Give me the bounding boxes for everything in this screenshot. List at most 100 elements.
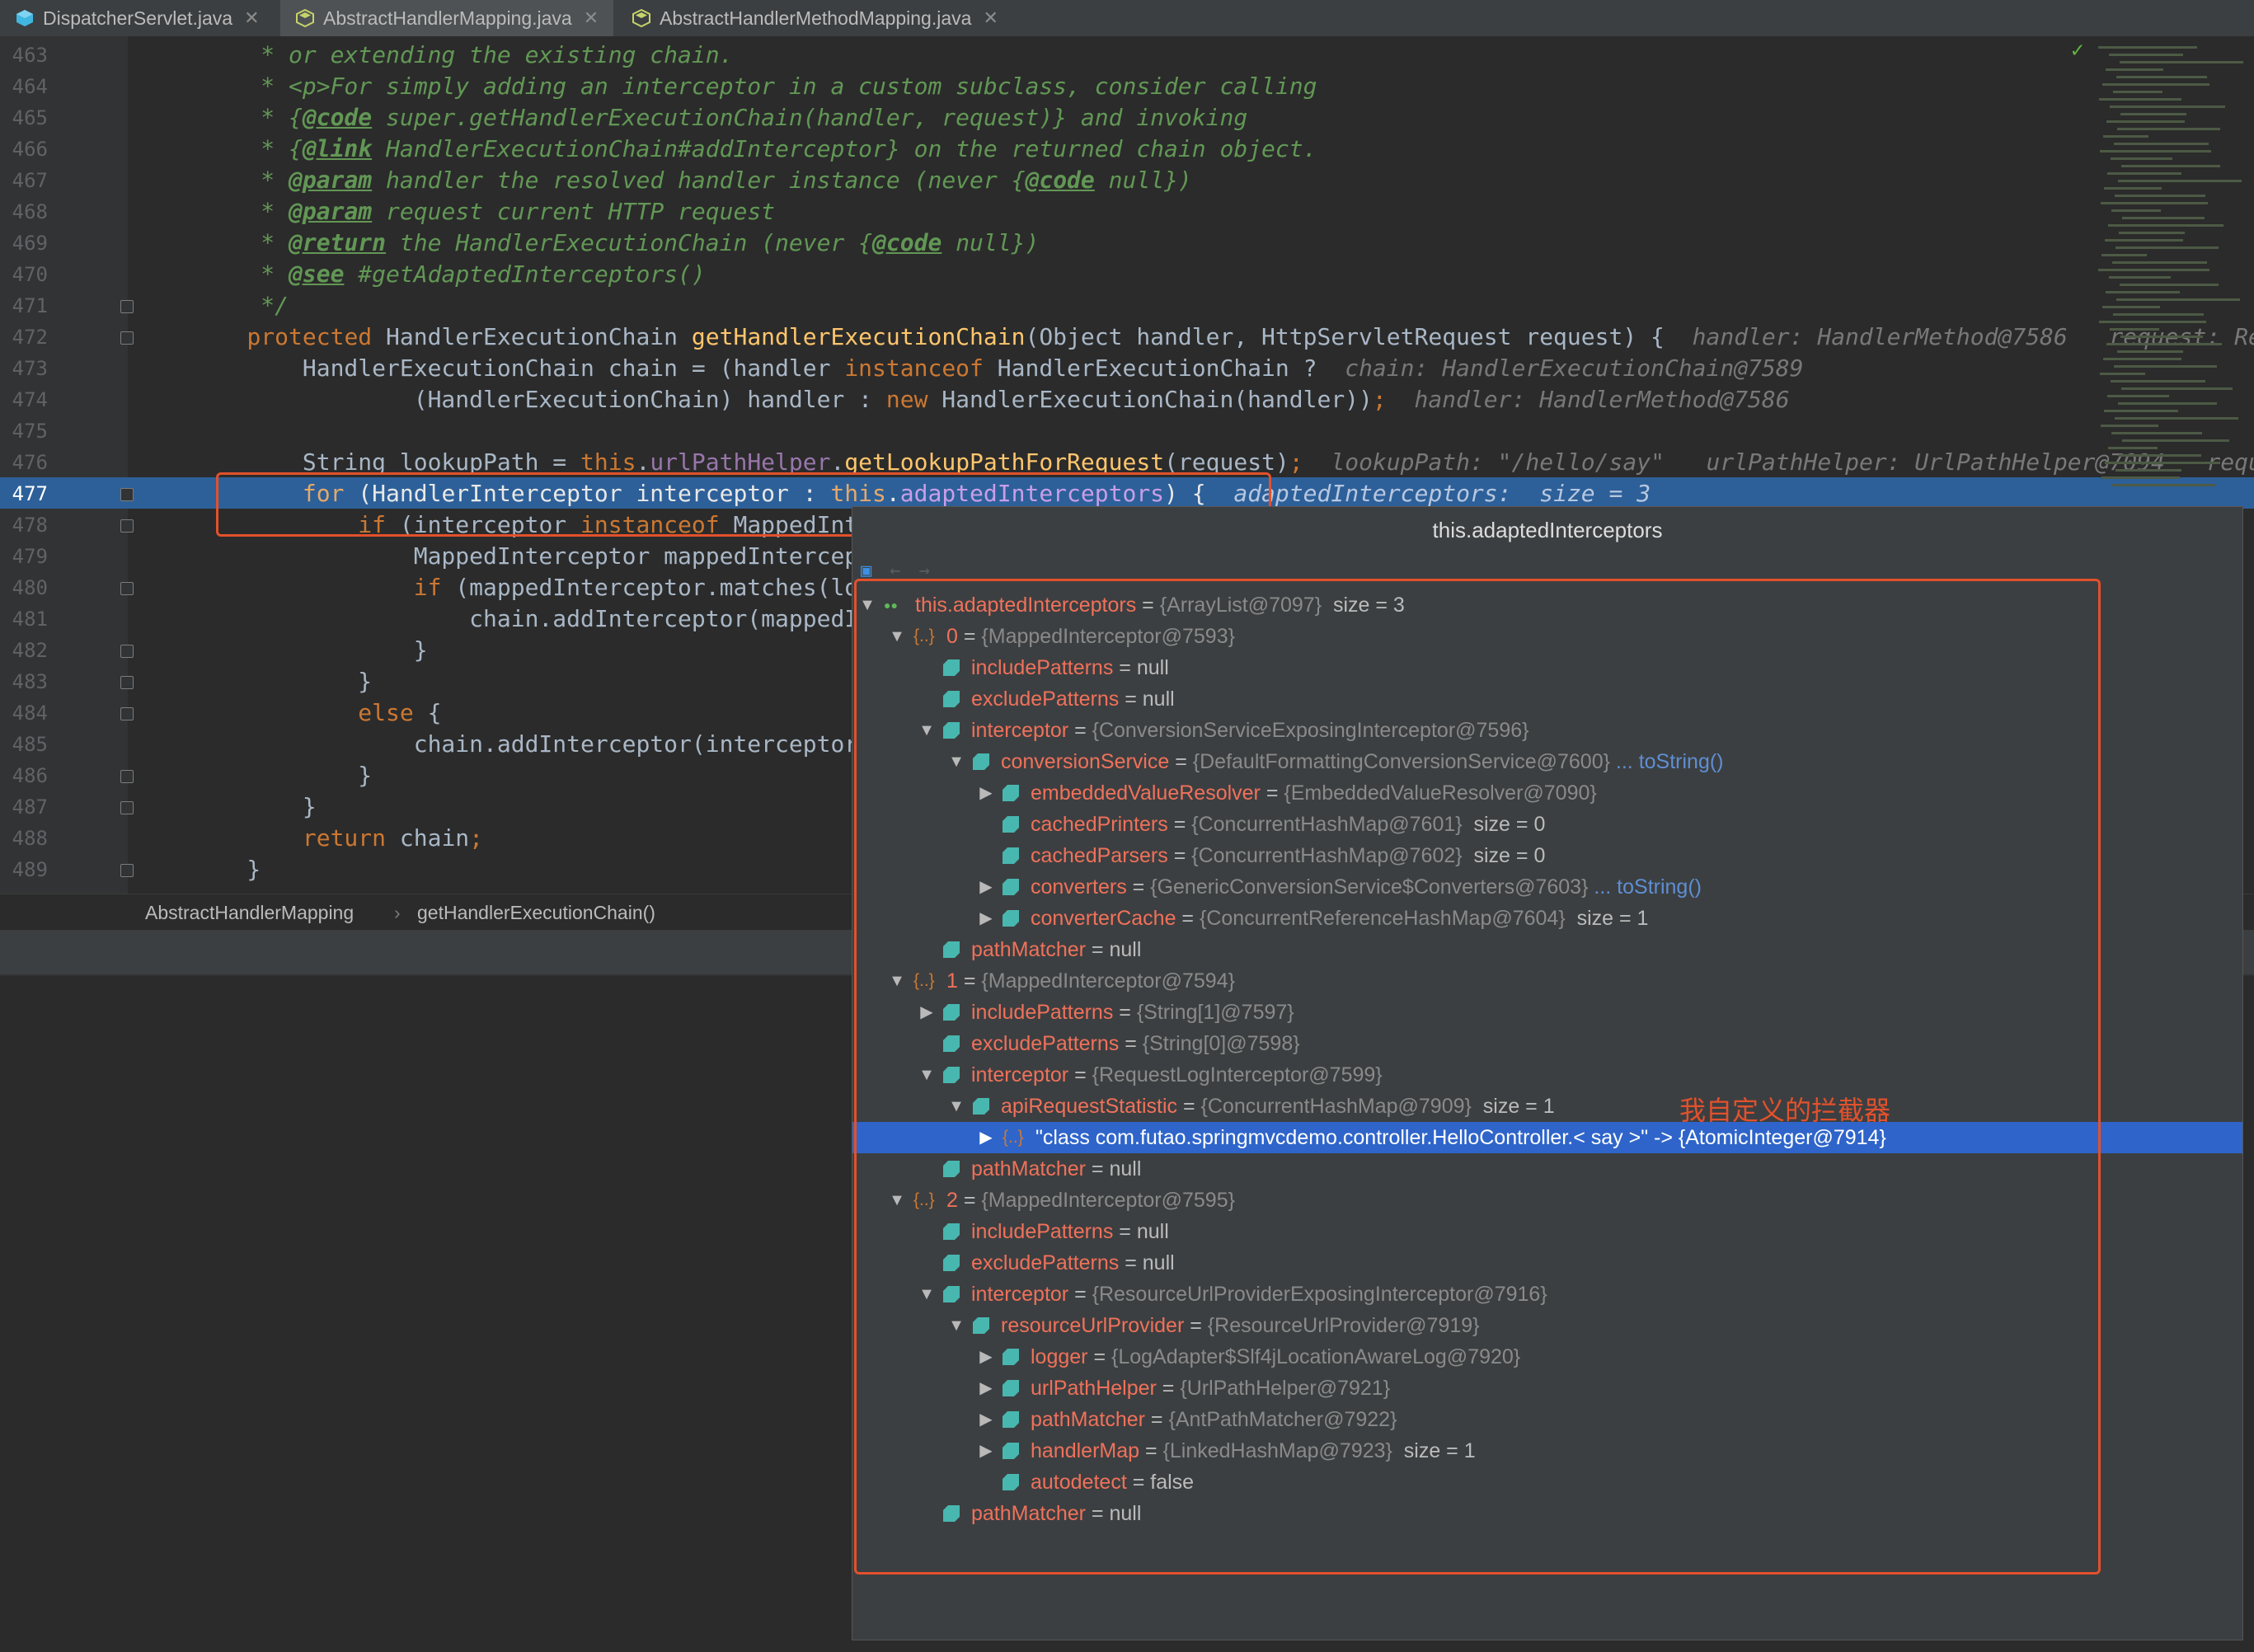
minimap-stroke [2106, 120, 2185, 123]
minimap-stroke [2102, 306, 2160, 308]
line-number[interactable]: 478 [0, 509, 48, 541]
minimap-stroke [2101, 202, 2208, 204]
forward-arrow-icon[interactable]: → [919, 561, 930, 581]
code-line[interactable]: 467 * @param handler the resolved handle… [0, 165, 2254, 196]
line-number[interactable]: 471 [0, 290, 48, 321]
minimap-stroke [2113, 91, 2162, 93]
fold-marker-icon[interactable] [120, 488, 134, 501]
line-number[interactable]: 484 [0, 697, 48, 729]
tab-dispatcher-servlet[interactable]: DispatcherServlet.java ✕ [0, 0, 277, 36]
code-line[interactable]: 465 * {@code super.getHandlerExecutionCh… [0, 102, 2254, 134]
minimap-stroke [2098, 46, 2197, 49]
code-text: (HandlerExecutionChain) handler : new Ha… [191, 386, 1790, 413]
fold-marker-icon[interactable] [120, 676, 134, 689]
fold-marker-icon[interactable] [120, 801, 134, 814]
error-stripe[interactable] [2098, 36, 2254, 531]
code-line[interactable]: 470 * @see #getAdaptedInterceptors() [0, 259, 2254, 290]
java-class-icon [16, 10, 33, 26]
code-text: } [191, 856, 261, 883]
minimap-stroke [2115, 195, 2205, 197]
line-number[interactable]: 481 [0, 603, 48, 635]
line-number[interactable]: 474 [0, 384, 48, 415]
open-in-watches-icon[interactable]: ▣ [861, 561, 871, 581]
code-line[interactable]: 469 * @return the HandlerExecutionChain … [0, 228, 2254, 259]
line-number[interactable]: 465 [0, 102, 48, 134]
line-number[interactable]: 468 [0, 196, 48, 228]
line-number[interactable]: 463 [0, 40, 48, 71]
fold-marker-icon[interactable] [120, 864, 134, 877]
minimap-stroke [2104, 410, 2178, 412]
line-number[interactable]: 477 [0, 478, 48, 509]
minimap-stroke [2110, 328, 2159, 331]
line-number[interactable]: 483 [0, 666, 48, 697]
minimap-stroke [2101, 425, 2158, 427]
line-number[interactable]: 486 [0, 760, 48, 791]
breadcrumb-method[interactable]: getHandlerExecutionChain() [417, 902, 655, 924]
line-number[interactable]: 487 [0, 791, 48, 823]
minimap-stroke [2111, 432, 2202, 434]
minimap-stroke [2104, 187, 2162, 190]
code-line[interactable]: 471 */ [0, 290, 2254, 321]
tab-abstract-handler-mapping[interactable]: AbstractHandlerMapping.java ✕ [280, 0, 613, 36]
minimap-stroke [2116, 298, 2240, 301]
fold-marker-icon[interactable] [120, 770, 134, 783]
code-text: protected HandlerExecutionChain getHandl… [191, 321, 2254, 353]
minimap-stroke [2114, 143, 2209, 145]
line-number[interactable]: 480 [0, 572, 48, 603]
line-number[interactable]: 479 [0, 541, 48, 572]
minimap-stroke [2112, 261, 2207, 264]
line-number[interactable]: 467 [0, 165, 48, 196]
code-line[interactable]: 475 [0, 415, 2254, 447]
code-line[interactable]: 468 * @param request current HTTP reques… [0, 196, 2254, 228]
line-number[interactable]: 472 [0, 321, 48, 353]
close-icon[interactable]: ✕ [983, 7, 998, 29]
code-line[interactable]: 463 * or extending the existing chain. [0, 40, 2254, 71]
code-text: * @return the HandlerExecutionChain (nev… [191, 229, 1040, 256]
fold-marker-icon[interactable] [120, 300, 134, 313]
minimap-stroke [2103, 135, 2148, 138]
abstract-class-icon [296, 8, 314, 28]
line-number[interactable]: 475 [0, 415, 48, 447]
code-text: * <p>For simply adding an interceptor in… [191, 73, 1317, 100]
minimap-stroke [2099, 98, 2181, 101]
minimap-stroke [2111, 157, 2172, 160]
code-text: */ [191, 292, 289, 319]
minimap-stroke [2119, 232, 2185, 234]
line-number[interactable]: 470 [0, 259, 48, 290]
inspection-ok-icon: ✓ [2071, 38, 2084, 63]
line-number[interactable]: 482 [0, 635, 48, 666]
code-line[interactable]: 464 * <p>For simply adding an intercepto… [0, 71, 2254, 102]
close-icon[interactable]: ✕ [244, 7, 259, 29]
inline-debug-value: adaptedInterceptors: size = 3 [1233, 480, 1651, 507]
fold-marker-icon[interactable] [120, 519, 134, 533]
minimap-stroke [2117, 350, 2183, 353]
breadcrumb-class[interactable]: AbstractHandlerMapping [145, 902, 354, 924]
code-text: MappedInterceptor mappedInterceptor = [191, 542, 928, 570]
line-number[interactable]: 464 [0, 71, 48, 102]
close-icon[interactable]: ✕ [584, 7, 599, 29]
minimap-stroke [2121, 165, 2220, 167]
variables-highlight-box [854, 579, 2101, 1575]
code-line[interactable]: 474 (HandlerExecutionChain) handler : ne… [0, 384, 2254, 415]
minimap-stroke [2116, 76, 2207, 78]
line-number[interactable]: 469 [0, 228, 48, 259]
line-number[interactable]: 488 [0, 823, 48, 854]
code-line[interactable]: 466 * {@link HandlerExecutionChain#addIn… [0, 134, 2254, 165]
fold-marker-icon[interactable] [120, 707, 134, 720]
line-number[interactable]: 485 [0, 729, 48, 760]
minimap-stroke [2121, 387, 2233, 390]
line-number[interactable]: 466 [0, 134, 48, 165]
fold-marker-icon[interactable] [120, 645, 134, 658]
code-text: if (mappedInterceptor.matches(lookupPa [413, 574, 942, 601]
fold-marker-icon[interactable] [120, 582, 134, 595]
code-text: } [191, 636, 428, 664]
line-number[interactable]: 476 [0, 447, 48, 478]
code-line[interactable]: 473 HandlerExecutionChain chain = (handl… [0, 353, 2254, 384]
fold-marker-icon[interactable] [120, 331, 134, 345]
tab-abstract-handler-method-mapping[interactable]: AbstractHandlerMethodMapping.java ✕ [617, 0, 1021, 36]
line-number[interactable]: 489 [0, 854, 48, 885]
code-line[interactable]: 472 protected HandlerExecutionChain getH… [0, 321, 2254, 353]
code-text: chain.addInterceptor(interceptor); [191, 730, 886, 758]
back-arrow-icon[interactable]: ← [890, 561, 900, 581]
line-number[interactable]: 473 [0, 353, 48, 384]
